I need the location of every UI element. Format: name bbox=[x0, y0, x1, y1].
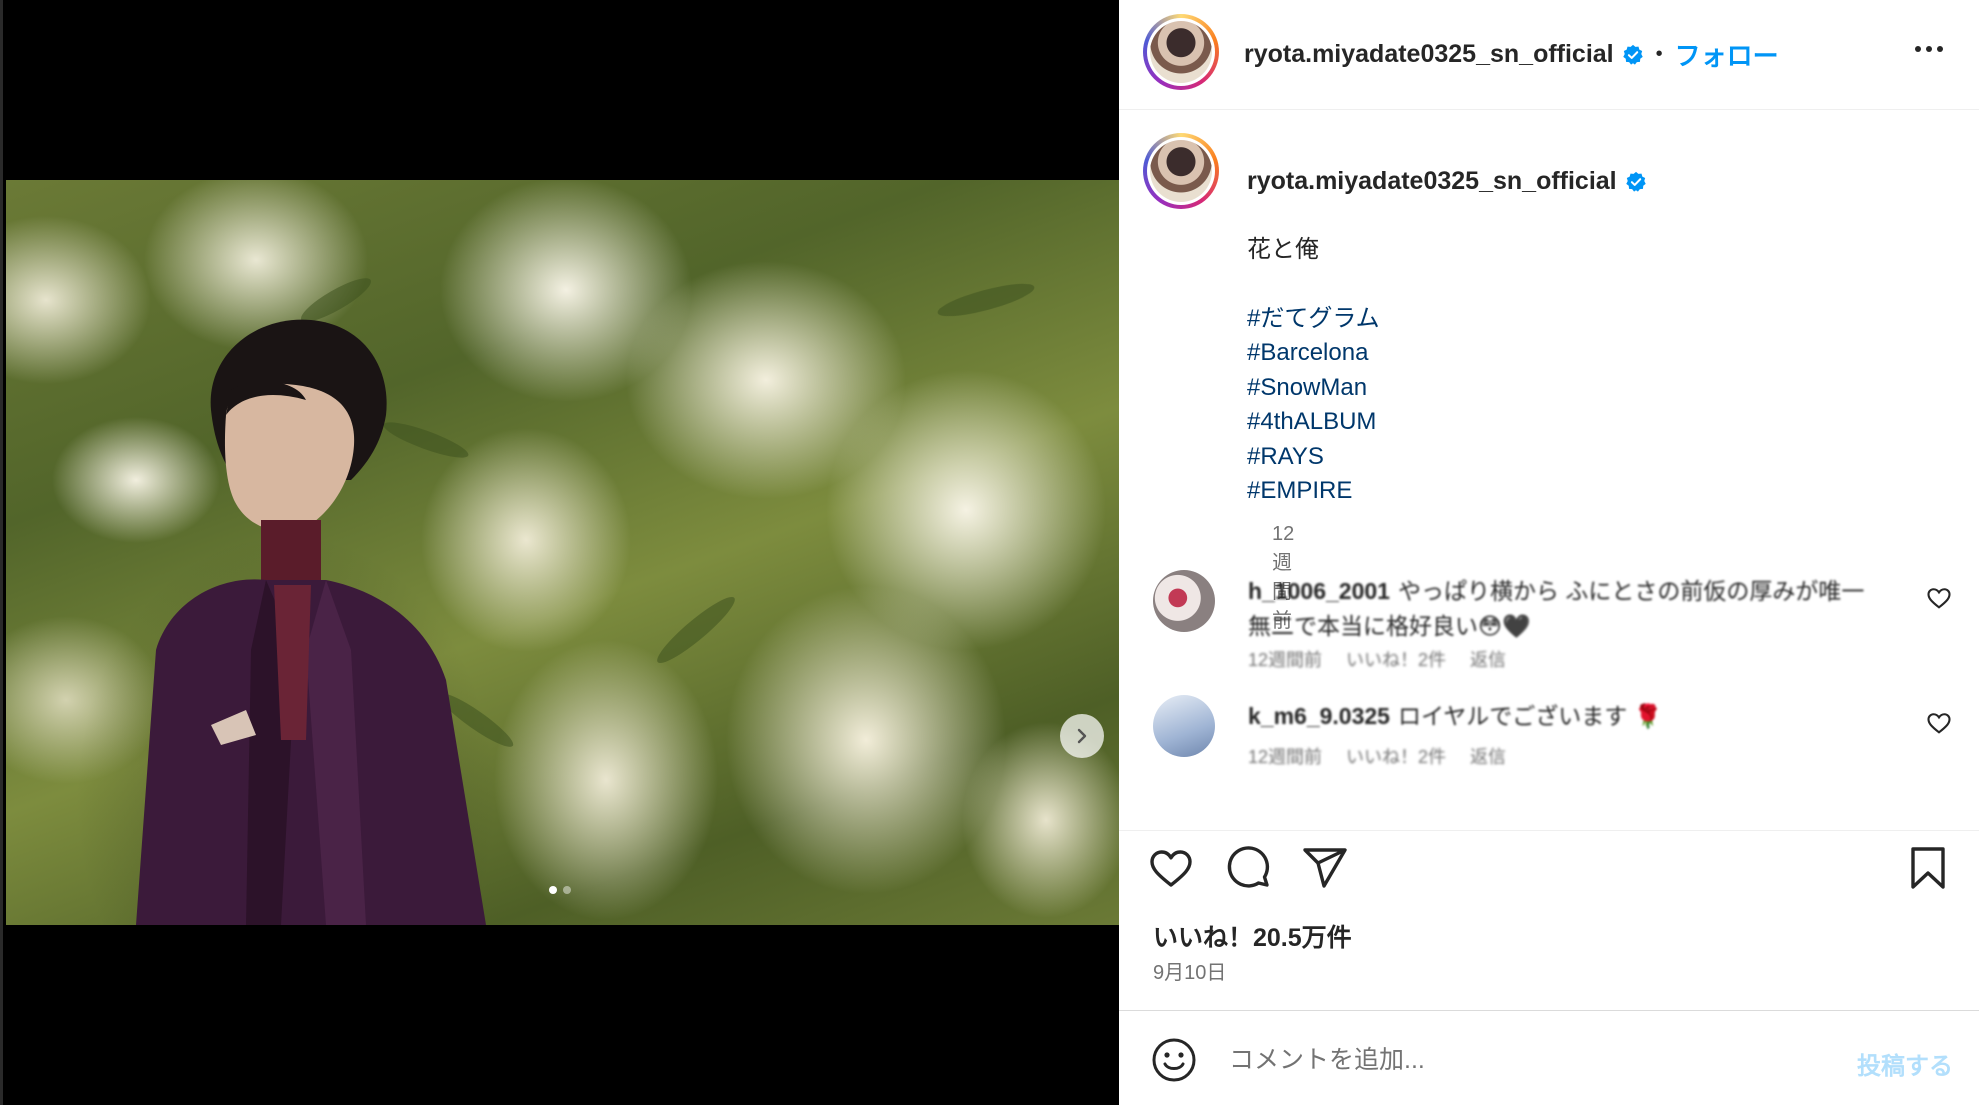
header-username[interactable]: ryota.miyadate0325_sn_official bbox=[1244, 40, 1614, 69]
comment-likes[interactable]: いいね！2件 bbox=[1346, 743, 1446, 769]
carousel-dots bbox=[549, 886, 571, 894]
comment-reply-button[interactable]: 返信 bbox=[1470, 646, 1506, 672]
caption-body: 花と俺 bbox=[1247, 236, 1319, 263]
comment-composer: 投稿する bbox=[1119, 1010, 1979, 1105]
carousel-dot bbox=[563, 886, 571, 894]
comment-item: h_1006_2001 やっぱり横から ふにとさの前仮の厚みが唯一無二で本当に格好… bbox=[1153, 570, 1953, 670]
carousel-dot bbox=[549, 886, 557, 894]
hashtag-link[interactable]: #だてグラム bbox=[1247, 302, 1947, 337]
post-comment-button[interactable]: 投稿する bbox=[1857, 1046, 1953, 1081]
comment-input[interactable] bbox=[1229, 1035, 1789, 1085]
comment-username[interactable]: h_1006_2001 bbox=[1248, 578, 1390, 604]
comment-time: 12週間前 bbox=[1248, 747, 1323, 767]
next-slide-button[interactable] bbox=[1060, 714, 1104, 758]
comment-bubble-icon[interactable] bbox=[1223, 843, 1273, 893]
separator-dot: • bbox=[1655, 43, 1663, 65]
likes-count[interactable]: いいね！20.5万件 bbox=[1153, 918, 1352, 954]
hashtag-link[interactable]: #EMPIRE bbox=[1247, 474, 1947, 509]
comment-username[interactable]: k_m6_9.0325 bbox=[1248, 703, 1390, 729]
follow-button[interactable]: フォロー bbox=[1675, 36, 1779, 73]
commenter-avatar[interactable] bbox=[1153, 570, 1215, 632]
comment-text: ロイヤルでございます 🌹 bbox=[1397, 703, 1663, 729]
avatar[interactable] bbox=[1143, 133, 1219, 209]
post-photo bbox=[6, 180, 1122, 925]
post-side-panel: ryota.miyadate0325_sn_official • フォロー ry… bbox=[1119, 0, 1979, 1105]
hashtag-link[interactable]: #RAYS bbox=[1247, 440, 1947, 475]
heart-icon[interactable] bbox=[1925, 584, 1953, 612]
chevron-right-icon bbox=[1077, 728, 1087, 744]
hashtag-link[interactable]: #Barcelona bbox=[1247, 336, 1947, 371]
more-options-button[interactable] bbox=[1909, 40, 1949, 58]
caption-text: 花と俺 #だてグラム #Barcelona #SnowMan #4thALBUM… bbox=[1247, 233, 1947, 509]
post-header: ryota.miyadate0325_sn_official • フォロー bbox=[1119, 0, 1979, 110]
media-viewer bbox=[0, 0, 1122, 1105]
comment-likes[interactable]: いいね！2件 bbox=[1346, 646, 1446, 672]
comment-item: k_m6_9.0325 ロイヤルでございます 🌹 12週間前 いいね！2件 返信 bbox=[1153, 695, 1953, 795]
person-figure bbox=[136, 278, 1035, 925]
action-bar bbox=[1119, 830, 1979, 900]
hashtag-link[interactable]: #SnowMan bbox=[1247, 371, 1947, 406]
share-send-icon[interactable] bbox=[1300, 843, 1350, 893]
hashtag-link[interactable]: #4thALBUM bbox=[1247, 405, 1947, 440]
verified-badge-icon bbox=[1625, 171, 1646, 192]
avatar[interactable] bbox=[1143, 14, 1219, 90]
hashtag-list: #だてグラム #Barcelona #SnowMan #4thALBUM #RA… bbox=[1247, 302, 1947, 509]
bookmark-icon[interactable] bbox=[1903, 843, 1953, 893]
caption-username[interactable]: ryota.miyadate0325_sn_official bbox=[1247, 167, 1617, 196]
post-date: 9月10日 bbox=[1153, 962, 1227, 984]
comment-reply-button[interactable]: 返信 bbox=[1470, 743, 1506, 769]
commenter-avatar[interactable] bbox=[1153, 695, 1215, 757]
more-horizontal-icon bbox=[1915, 46, 1921, 52]
verified-badge-icon bbox=[1622, 44, 1643, 65]
like-heart-icon[interactable] bbox=[1146, 843, 1196, 893]
heart-icon[interactable] bbox=[1925, 709, 1953, 737]
comments-scroll-area[interactable]: ryota.miyadate0325_sn_official 花と俺 #だてグラ… bbox=[1119, 111, 1979, 811]
emoji-icon[interactable] bbox=[1151, 1037, 1197, 1083]
comment-time: 12週間前 bbox=[1248, 650, 1323, 670]
